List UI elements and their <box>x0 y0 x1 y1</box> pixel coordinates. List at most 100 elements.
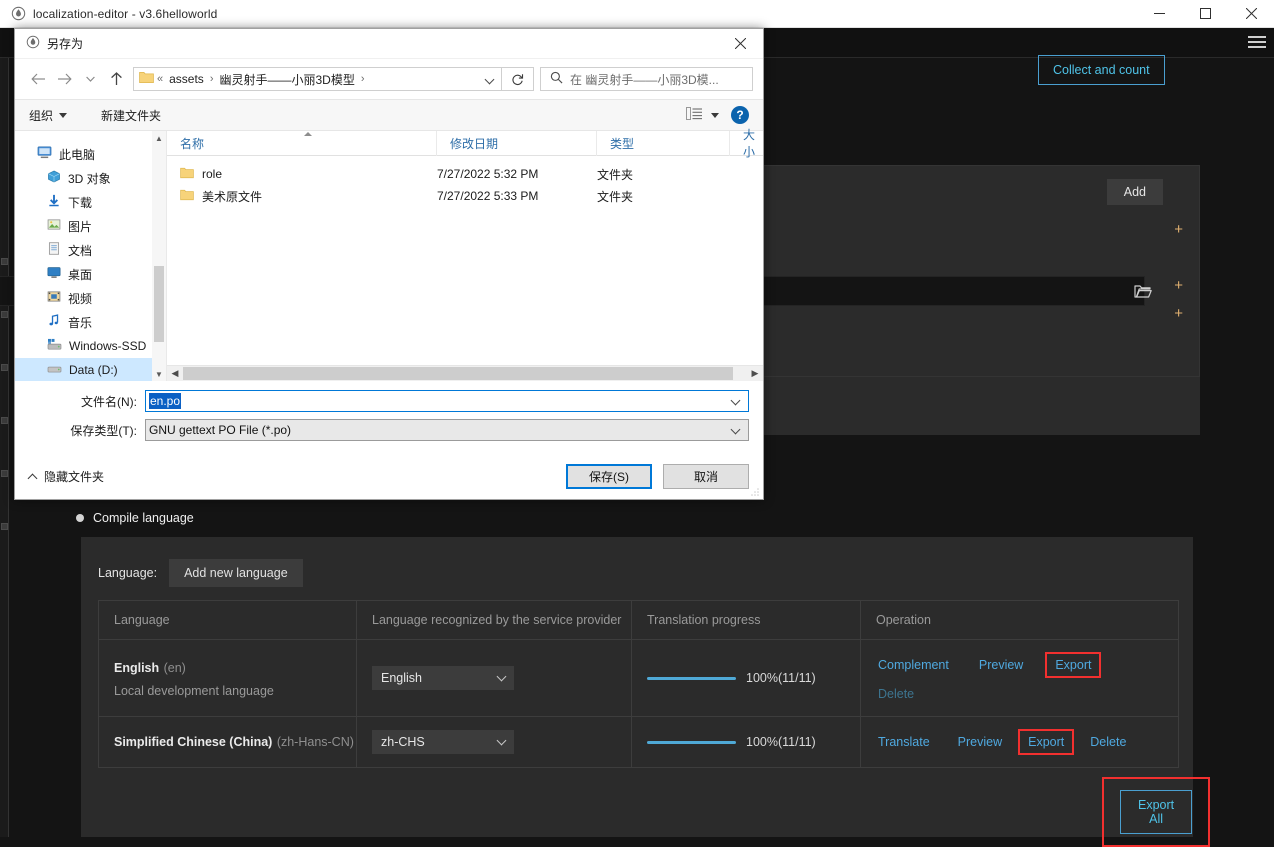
breadcrumb-separator: › <box>207 73 217 85</box>
column-header-language[interactable]: Language <box>99 601 357 640</box>
file-row[interactable]: role 7/27/2022 5:32 PM 文件夹 <box>167 163 763 185</box>
breadcrumb-separator: › <box>358 73 368 85</box>
column-header-operation[interactable]: Operation <box>861 601 1179 640</box>
scroll-left-icon[interactable]: ◀ <box>167 366 183 382</box>
save-button[interactable]: 保存(S) <box>566 464 652 489</box>
hide-folders-toggle[interactable]: 隐藏文件夹 <box>29 468 104 485</box>
chevron-down-icon <box>497 672 507 682</box>
tree-item-music[interactable]: 音乐 <box>15 310 166 334</box>
column-header-date[interactable]: 修改日期 <box>437 131 597 156</box>
export-all-button[interactable]: Export All <box>1120 790 1192 834</box>
view-mode-toggle[interactable] <box>686 107 719 123</box>
op-complement-button[interactable]: Complement <box>876 655 951 675</box>
dialog-title-bar: 另存为 <box>15 29 763 59</box>
hamburger-menu-icon[interactable] <box>1248 34 1266 50</box>
file-list-pane: 名称 修改日期 类型 大小 role 7/27/2022 5:32 PM 文件夹 <box>167 131 763 381</box>
resize-grip[interactable] <box>750 486 760 496</box>
search-placeholder: 在 幽灵射手——小丽3D模... <box>570 71 719 88</box>
tree-item-pictures[interactable]: 图片 <box>15 214 166 238</box>
op-preview-button[interactable]: Preview <box>977 655 1025 675</box>
add-button[interactable]: Add <box>1107 179 1163 205</box>
op-preview-button[interactable]: Preview <box>956 732 1004 752</box>
filetype-value: GNU gettext PO File (*.po) <box>149 423 291 437</box>
breadcrumb[interactable]: « assets › 幽灵射手——小丽3D模型 › <box>133 67 502 91</box>
maximize-button[interactable] <box>1182 0 1228 28</box>
column-header-translation-progress[interactable]: Translation progress <box>632 601 861 640</box>
chevron-down-icon[interactable] <box>731 396 741 406</box>
op-export-button[interactable]: Export <box>1018 729 1074 755</box>
column-header-service-language[interactable]: Language recognized by the service provi… <box>357 601 632 640</box>
cancel-button[interactable]: 取消 <box>663 464 749 489</box>
tree-scrollbar[interactable]: ▲ ▼ <box>152 131 166 381</box>
scroll-down-icon[interactable]: ▼ <box>152 367 166 381</box>
scroll-right-icon[interactable]: ▶ <box>747 366 763 382</box>
file-name-cell: 美术原文件 <box>167 188 437 205</box>
rail-icon[interactable] <box>1 523 8 530</box>
op-translate-button[interactable]: Translate <box>876 732 932 752</box>
table-header-row: Language Language recognized by the serv… <box>99 601 1179 640</box>
recent-locations-chevron-down-icon[interactable] <box>77 66 103 92</box>
rail-icon[interactable] <box>1 258 8 265</box>
horizontal-scrollbar[interactable]: ◀ ▶ <box>167 365 763 381</box>
column-header-name[interactable]: 名称 <box>167 131 437 156</box>
service-language-select[interactable]: English <box>372 666 514 690</box>
compile-language-radio[interactable]: Compile language <box>76 511 194 525</box>
op-export-button[interactable]: Export <box>1045 652 1101 678</box>
breadcrumb-chevron-down-icon[interactable] <box>485 74 495 84</box>
new-folder-button[interactable]: 新建文件夹 <box>101 107 161 124</box>
rail-icon[interactable] <box>1 417 8 424</box>
service-language-select[interactable]: zh-CHS <box>372 730 514 754</box>
scroll-up-icon[interactable]: ▲ <box>152 131 166 145</box>
column-header-size[interactable]: 大小 <box>730 131 763 156</box>
drive-windows-icon <box>47 338 62 354</box>
add-new-language-button[interactable]: Add new language <box>169 559 303 587</box>
tree-item-3d-objects[interactable]: 3D 对象 <box>15 166 166 190</box>
dialog-close-icon[interactable] <box>718 29 763 59</box>
tree-item-label: 音乐 <box>68 314 92 331</box>
plus-icon[interactable]: + <box>1174 278 1183 293</box>
computer-icon <box>37 146 52 162</box>
column-header-type[interactable]: 类型 <box>597 131 730 156</box>
organize-label: 组织 <box>29 107 53 124</box>
minimize-button[interactable] <box>1136 0 1182 28</box>
file-type-cell: 文件夹 <box>597 188 730 205</box>
filetype-select[interactable]: GNU gettext PO File (*.po) <box>145 419 749 441</box>
close-button[interactable] <box>1228 0 1274 28</box>
progress-text: 100%(11/11) <box>746 671 816 685</box>
forward-button[interactable] <box>51 66 77 92</box>
search-input[interactable]: 在 幽灵射手——小丽3D模... <box>540 67 753 91</box>
tree-item-desktop[interactable]: 桌面 <box>15 262 166 286</box>
tree-item-downloads[interactable]: 下载 <box>15 190 166 214</box>
tree-item-windows-ssd[interactable]: Windows-SSD <box>15 334 166 358</box>
scrollbar-thumb[interactable] <box>154 266 164 342</box>
help-button[interactable]: ? <box>731 106 749 124</box>
refresh-icon[interactable] <box>502 67 534 91</box>
back-button[interactable] <box>25 66 51 92</box>
organize-menu[interactable]: 组织 <box>29 107 67 124</box>
plus-icon[interactable]: + <box>1174 222 1183 237</box>
tree-item-documents[interactable]: 文档 <box>15 238 166 262</box>
chevron-down-icon[interactable] <box>731 425 741 435</box>
tree-item-videos[interactable]: 视频 <box>15 286 166 310</box>
op-delete-button[interactable]: Delete <box>1088 732 1128 752</box>
file-rows: role 7/27/2022 5:32 PM 文件夹 美术原文件 7/27/20… <box>167 156 763 365</box>
tree-item-data-d[interactable]: Data (D:) <box>15 358 166 381</box>
tree-item-this-pc[interactable]: 此电脑 <box>15 142 166 166</box>
rail-icon[interactable] <box>1 364 8 371</box>
breadcrumb-segment-folder[interactable]: 幽灵射手——小丽3D模型 <box>216 71 357 88</box>
rail-icon[interactable] <box>1 311 8 318</box>
open-folder-icon[interactable] <box>1130 279 1156 303</box>
scrollbar-thumb[interactable] <box>183 367 733 380</box>
file-date-cell: 7/27/2022 5:32 PM <box>437 167 597 181</box>
service-language-cell: zh-CHS <box>357 717 632 768</box>
window-controls <box>1136 0 1274 28</box>
filename-input[interactable]: en.po <box>145 390 749 412</box>
file-row[interactable]: 美术原文件 7/27/2022 5:33 PM 文件夹 <box>167 185 763 207</box>
cube-icon <box>47 170 61 186</box>
up-button[interactable] <box>103 66 129 92</box>
collect-and-count-button[interactable]: Collect and count <box>1038 55 1165 85</box>
chevron-up-icon <box>28 473 38 483</box>
rail-icon[interactable] <box>1 470 8 477</box>
plus-icon[interactable]: + <box>1174 306 1183 321</box>
breadcrumb-segment-assets[interactable]: assets <box>166 72 207 86</box>
